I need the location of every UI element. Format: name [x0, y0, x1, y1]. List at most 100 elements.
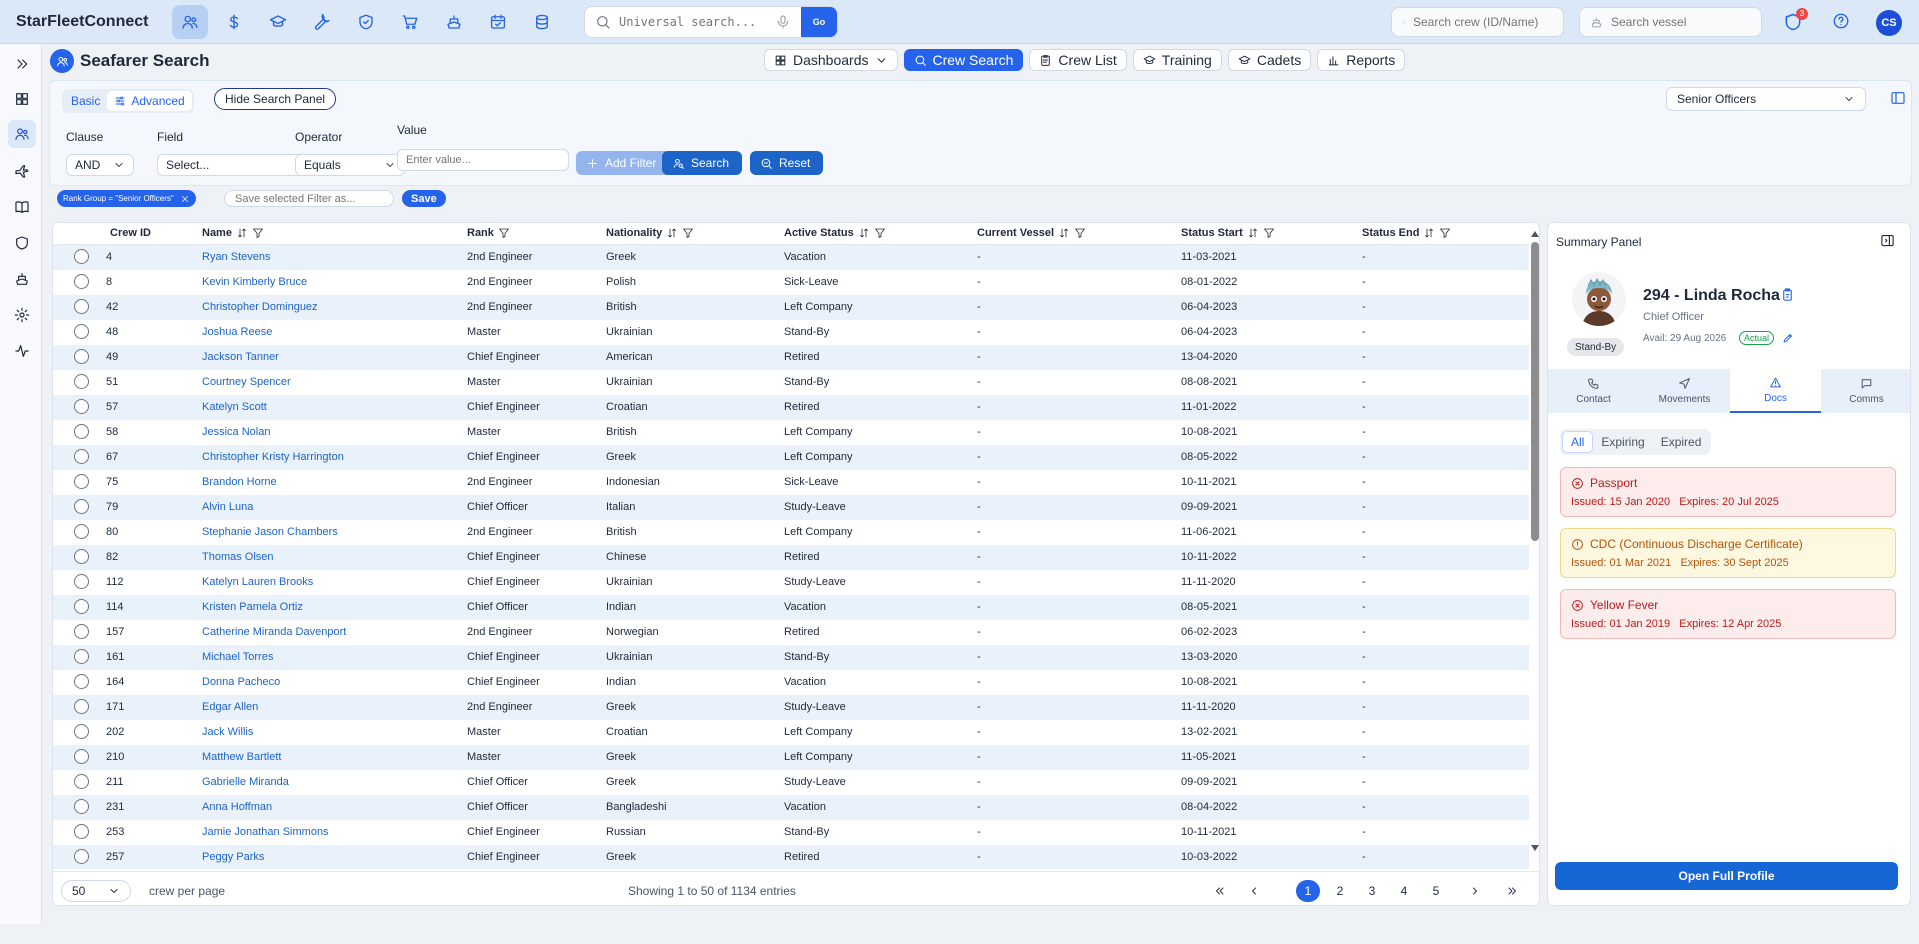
row-select-radio[interactable]	[74, 774, 89, 789]
row-select-radio[interactable]	[74, 274, 89, 289]
filter-icon[interactable]	[874, 227, 886, 239]
hide-search-panel-button[interactable]: Hide Search Panel	[214, 88, 337, 110]
sidebar-item-library[interactable]	[8, 193, 36, 221]
summary-tab-docs[interactable]: Docs	[1730, 369, 1821, 413]
table-row[interactable]: 164 Donna Pacheco Chief Engineer Indian Vaca…	[53, 670, 1529, 695]
document-card-cdc[interactable]: CDC (Continuous Discharge Certificate) I…	[1560, 528, 1896, 578]
tab-crew-search[interactable]: Crew Search	[903, 49, 1024, 71]
module-vessel-button[interactable]	[436, 5, 472, 39]
cell-name[interactable]: Ryan Stevens	[202, 251, 270, 263]
cell-name[interactable]: Alvin Luna	[202, 501, 253, 513]
sidebar-item-settings[interactable]	[8, 301, 36, 329]
table-row[interactable]: 257 Peggy Parks Chief Engineer Greek Retired…	[53, 845, 1529, 869]
clause-select[interactable]: AND	[66, 154, 134, 176]
sidebar-item-vessels[interactable]	[8, 265, 36, 293]
column-header-current-vessel[interactable]: Current Vessel	[977, 227, 1086, 239]
scroll-down-arrow[interactable]	[1531, 845, 1539, 851]
cell-name[interactable]: Kevin Kimberly Bruce	[202, 276, 307, 288]
cell-name[interactable]: Jamie Jonathan Simmons	[202, 826, 329, 838]
tab-cadets[interactable]: Cadets	[1227, 49, 1312, 71]
filter-icon[interactable]	[682, 227, 694, 239]
cell-name[interactable]: Catherine Miranda Davenport	[202, 626, 346, 638]
table-row[interactable]: 80 Stephanie Jason Chambers 2nd Engineer Br…	[53, 520, 1529, 545]
cell-name[interactable]: Christopher Dominguez	[202, 301, 318, 313]
table-row[interactable]: 157 Catherine Miranda Davenport 2nd Engine…	[53, 620, 1529, 645]
cell-name[interactable]: Jack Willis	[202, 726, 253, 738]
edit-availability-button[interactable]	[1782, 332, 1794, 344]
table-row[interactable]: 231 Anna Hoffman Chief Officer Bangladeshi V…	[53, 795, 1529, 820]
column-header-crew-id[interactable]: Crew ID	[110, 227, 151, 239]
cell-name[interactable]: Matthew Bartlett	[202, 751, 281, 763]
save-filter-name-input[interactable]	[224, 190, 394, 207]
sort-icon[interactable]	[236, 227, 248, 239]
table-row[interactable]: 49 Jackson Tanner Chief Engineer American Re…	[53, 345, 1529, 370]
universal-search-input[interactable]	[619, 15, 775, 29]
row-select-radio[interactable]	[74, 474, 89, 489]
tab-dashboards[interactable]: Dashboards	[764, 49, 898, 71]
last-page-button[interactable]	[1500, 880, 1524, 902]
table-row[interactable]: 75 Brandon Horne 2nd Engineer Indonesian Sic…	[53, 470, 1529, 495]
reset-button[interactable]: Reset	[750, 151, 823, 175]
summary-tab-comms[interactable]: Comms	[1821, 369, 1910, 413]
vessel-search-input[interactable]	[1611, 15, 1761, 29]
table-row[interactable]: 211 Gabrielle Miranda Chief Officer Greek St…	[53, 770, 1529, 795]
tab-crew-list[interactable]: Crew List	[1029, 49, 1127, 71]
module-database-button[interactable]	[524, 5, 560, 39]
crew-search-input[interactable]	[1413, 15, 1563, 29]
row-select-radio[interactable]	[74, 649, 89, 664]
table-scrollbar[interactable]	[1531, 231, 1539, 851]
table-row[interactable]: 8 Kevin Kimberly Bruce 2nd Engineer Polish S…	[53, 270, 1529, 295]
module-crew-button[interactable]	[172, 4, 208, 39]
filter-icon[interactable]	[1074, 227, 1086, 239]
cell-name[interactable]: Katelyn Lauren Brooks	[202, 576, 313, 588]
module-planner-button[interactable]	[480, 5, 516, 39]
sidebar-item-dashboard[interactable]	[8, 85, 36, 113]
module-safety-button[interactable]	[348, 5, 384, 39]
cell-name[interactable]: Brandon Horne	[202, 476, 277, 488]
row-select-radio[interactable]	[74, 399, 89, 414]
table-row[interactable]: 51 Courtney Spencer Master Ukrainian Stand-B…	[53, 370, 1529, 395]
row-select-radio[interactable]	[74, 449, 89, 464]
search-button[interactable]: Search	[662, 151, 742, 175]
microphone-icon[interactable]	[775, 14, 791, 30]
prev-page-button[interactable]	[1242, 880, 1266, 902]
scrollbar-thumb[interactable]	[1531, 242, 1539, 541]
row-select-radio[interactable]	[74, 749, 89, 764]
table-row[interactable]: 161 Michael Torres Chief Engineer Ukrainian…	[53, 645, 1529, 670]
sidebar-item-crew[interactable]	[8, 120, 36, 148]
document-card-passport[interactable]: Passport Issued: 15 Jan 2020 Expires: 20…	[1560, 467, 1896, 517]
sort-icon[interactable]	[1058, 227, 1070, 239]
row-select-radio[interactable]	[74, 249, 89, 264]
go-button[interactable]: Go	[801, 7, 837, 37]
page-button-5[interactable]: 5	[1424, 880, 1448, 902]
table-row[interactable]: 4 Ryan Stevens 2nd Engineer Greek Vacation - 1…	[53, 245, 1529, 270]
sidebar-item-travel[interactable]	[8, 157, 36, 185]
open-full-profile-button[interactable]: Open Full Profile	[1555, 862, 1898, 890]
sort-icon[interactable]	[858, 227, 870, 239]
table-row[interactable]: 79 Alvin Luna Chief Officer Italian Study-Le…	[53, 495, 1529, 520]
filter-icon[interactable]	[498, 227, 510, 239]
brand-logo[interactable]: StarFleetConnect	[0, 13, 148, 31]
table-row[interactable]: 202 Jack Willis Master Croatian Left Company…	[53, 720, 1529, 745]
cell-name[interactable]: Kristen Pamela Ortiz	[202, 601, 303, 613]
row-select-radio[interactable]	[74, 849, 89, 864]
cell-name[interactable]: Joshua Reese	[202, 326, 272, 338]
row-select-radio[interactable]	[74, 574, 89, 589]
save-filter-button[interactable]: Save	[402, 190, 446, 207]
module-finance-button[interactable]	[216, 5, 252, 39]
mode-basic-button[interactable]: Basic	[64, 91, 107, 111]
column-header-active-status[interactable]: Active Status	[784, 227, 886, 239]
document-card-yellow-fever[interactable]: Yellow Fever Issued: 01 Jan 2019 Expires…	[1560, 589, 1896, 639]
doc-filter-expired[interactable]: Expired	[1653, 431, 1710, 453]
filter-icon[interactable]	[1439, 227, 1451, 239]
column-header-status-start[interactable]: Status Start	[1181, 227, 1275, 239]
next-page-button[interactable]	[1463, 880, 1487, 902]
sort-icon[interactable]	[1247, 227, 1259, 239]
table-row[interactable]: 210 Matthew Bartlett Master Greek Left Compa…	[53, 745, 1529, 770]
cell-name[interactable]: Peggy Parks	[202, 851, 264, 863]
cell-name[interactable]: Anna Hoffman	[202, 801, 272, 813]
add-filter-button[interactable]: Add Filter	[576, 151, 673, 175]
cell-name[interactable]: Stephanie Jason Chambers	[202, 526, 338, 538]
table-row[interactable]: 112 Katelyn Lauren Brooks Chief Engineer Uk…	[53, 570, 1529, 595]
sidebar-item-compliance[interactable]	[8, 229, 36, 257]
